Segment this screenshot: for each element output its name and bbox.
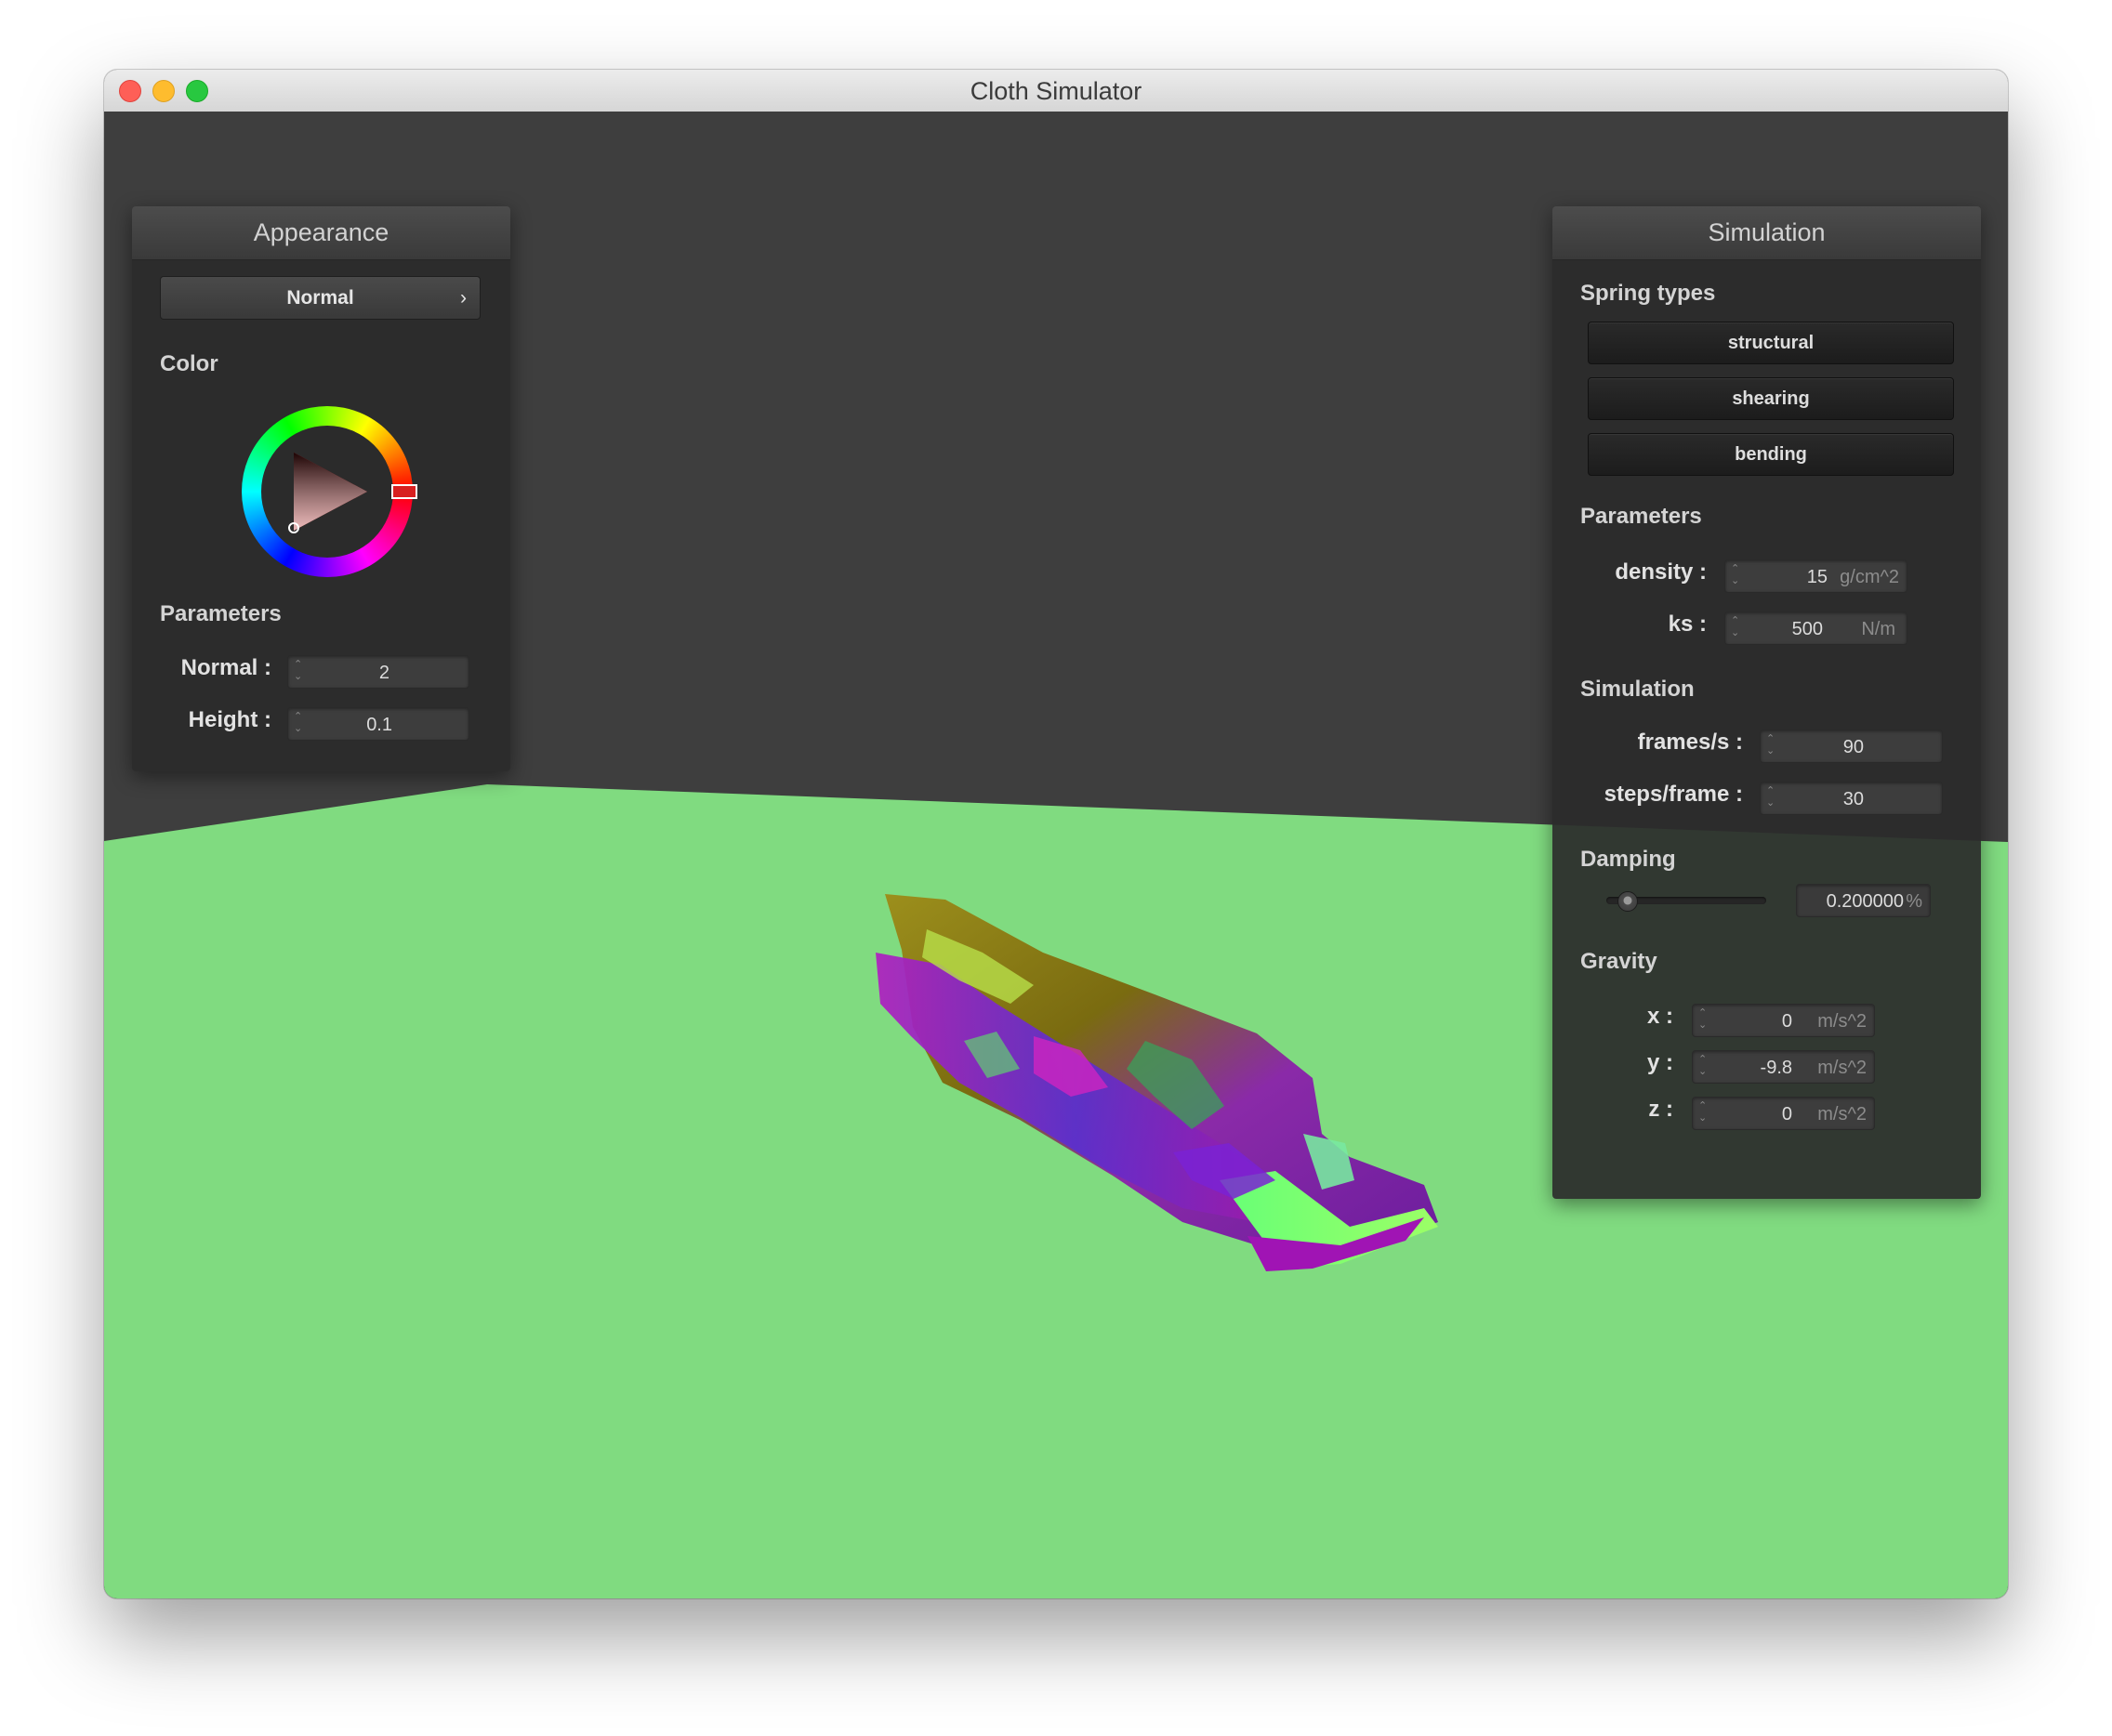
- spinner-arrows-icon[interactable]: ⌃ ⌄: [1766, 733, 1775, 757]
- simulation-section-label: Simulation: [1580, 677, 1695, 702]
- gravity-label: Gravity: [1580, 949, 1657, 974]
- ks-input[interactable]: ⌃ ⌄ 500 N/m: [1724, 612, 1907, 645]
- steps-per-frame-value: 30: [1842, 789, 1864, 809]
- window-title: Cloth Simulator: [970, 77, 1142, 105]
- steps-per-frame-input[interactable]: ⌃ ⌄ 30: [1760, 782, 1943, 815]
- gravity-x-unit: m/s^2: [1817, 1011, 1867, 1032]
- density-unit: g/cm^2: [1840, 567, 1899, 587]
- gravity-z-label: z :: [1648, 1097, 1673, 1122]
- color-wheel[interactable]: [234, 399, 420, 585]
- gravity-z-unit: m/s^2: [1817, 1104, 1867, 1124]
- appearance-parameters-label: Parameters: [160, 601, 282, 626]
- appearance-panel: Appearance Normal › Color Parameters Nor…: [132, 206, 510, 771]
- spinner-arrows-icon[interactable]: ⌃ ⌄: [1698, 1054, 1707, 1078]
- shearing-spring-button[interactable]: shearing: [1588, 377, 1954, 420]
- frames-per-s-label: frames/s :: [1637, 730, 1743, 755]
- spinner-arrows-icon[interactable]: ⌃ ⌄: [294, 711, 302, 735]
- shader-dropdown[interactable]: Normal ›: [160, 276, 481, 320]
- normal-input[interactable]: ⌃ ⌄ 2: [287, 655, 469, 689]
- frames-per-s-input[interactable]: ⌃ ⌄ 90: [1760, 730, 1943, 763]
- spinner-arrows-icon[interactable]: ⌃ ⌄: [294, 659, 302, 683]
- app-window: Cloth Simulator Appearance Normal › Colo…: [104, 70, 2008, 1598]
- damping-slider-knob[interactable]: [1617, 891, 1639, 912]
- gravity-y-input[interactable]: ⌃ ⌄ -9.8 m/s^2: [1692, 1050, 1875, 1084]
- 3d-viewport[interactable]: Appearance Normal › Color Parameters Nor…: [104, 112, 2008, 1598]
- structural-spring-button[interactable]: structural: [1588, 322, 1954, 364]
- spinner-arrows-icon[interactable]: ⌃ ⌄: [1698, 1007, 1707, 1032]
- gravity-x-label: x :: [1646, 1004, 1673, 1029]
- title-bar: Cloth Simulator: [104, 70, 2008, 112]
- damping-label: Damping: [1580, 847, 1676, 872]
- density-input[interactable]: ⌃ ⌄ 15 g/cm^2: [1724, 559, 1907, 593]
- density-label: density :: [1615, 559, 1707, 585]
- spinner-arrows-icon[interactable]: ⌃ ⌄: [1731, 615, 1739, 639]
- ks-value: 500: [1791, 619, 1823, 639]
- spinner-arrows-icon[interactable]: ⌃ ⌄: [1766, 785, 1775, 809]
- normal-value: 2: [378, 663, 389, 683]
- damping-value: 0.200000: [1826, 891, 1904, 912]
- color-section-label: Color: [160, 351, 218, 376]
- spinner-arrows-icon[interactable]: ⌃ ⌄: [1731, 563, 1739, 587]
- spinner-arrows-icon[interactable]: ⌃ ⌄: [1698, 1100, 1707, 1124]
- damping-input[interactable]: 0.200000 %: [1796, 884, 1931, 917]
- steps-per-frame-label: steps/frame :: [1604, 782, 1743, 807]
- ks-label: ks :: [1668, 612, 1707, 637]
- damping-unit: %: [1906, 891, 1922, 912]
- appearance-panel-title: Appearance: [132, 206, 510, 260]
- simulation-panel: Simulation Spring types structural shear…: [1552, 206, 1981, 1199]
- shader-dropdown-value: Normal: [286, 287, 354, 309]
- spring-types-label: Spring types: [1580, 281, 1716, 306]
- chevron-right-icon: ›: [460, 287, 467, 309]
- gravity-y-unit: m/s^2: [1817, 1058, 1867, 1078]
- gravity-z-input[interactable]: ⌃ ⌄ 0 m/s^2: [1692, 1097, 1875, 1130]
- height-label: Height :: [188, 707, 271, 732]
- ks-unit: N/m: [1861, 619, 1895, 639]
- gravity-y-value: -9.8: [1760, 1058, 1792, 1078]
- normal-label: Normal :: [180, 655, 271, 680]
- frames-per-s-value: 90: [1842, 737, 1864, 757]
- gravity-y-label: y :: [1646, 1050, 1673, 1075]
- density-value: 15: [1806, 567, 1828, 587]
- gravity-x-value: 0: [1781, 1011, 1792, 1032]
- gravity-z-value: 0: [1781, 1104, 1792, 1124]
- height-value: 0.1: [366, 715, 392, 735]
- gravity-x-input[interactable]: ⌃ ⌄ 0 m/s^2: [1692, 1004, 1875, 1037]
- height-input[interactable]: ⌃ ⌄ 0.1: [287, 707, 469, 741]
- hue-selector-handle[interactable]: [391, 484, 417, 499]
- simulation-panel-title: Simulation: [1552, 206, 1981, 260]
- simulation-parameters-label: Parameters: [1580, 504, 1702, 529]
- bending-spring-button[interactable]: bending: [1588, 433, 1954, 476]
